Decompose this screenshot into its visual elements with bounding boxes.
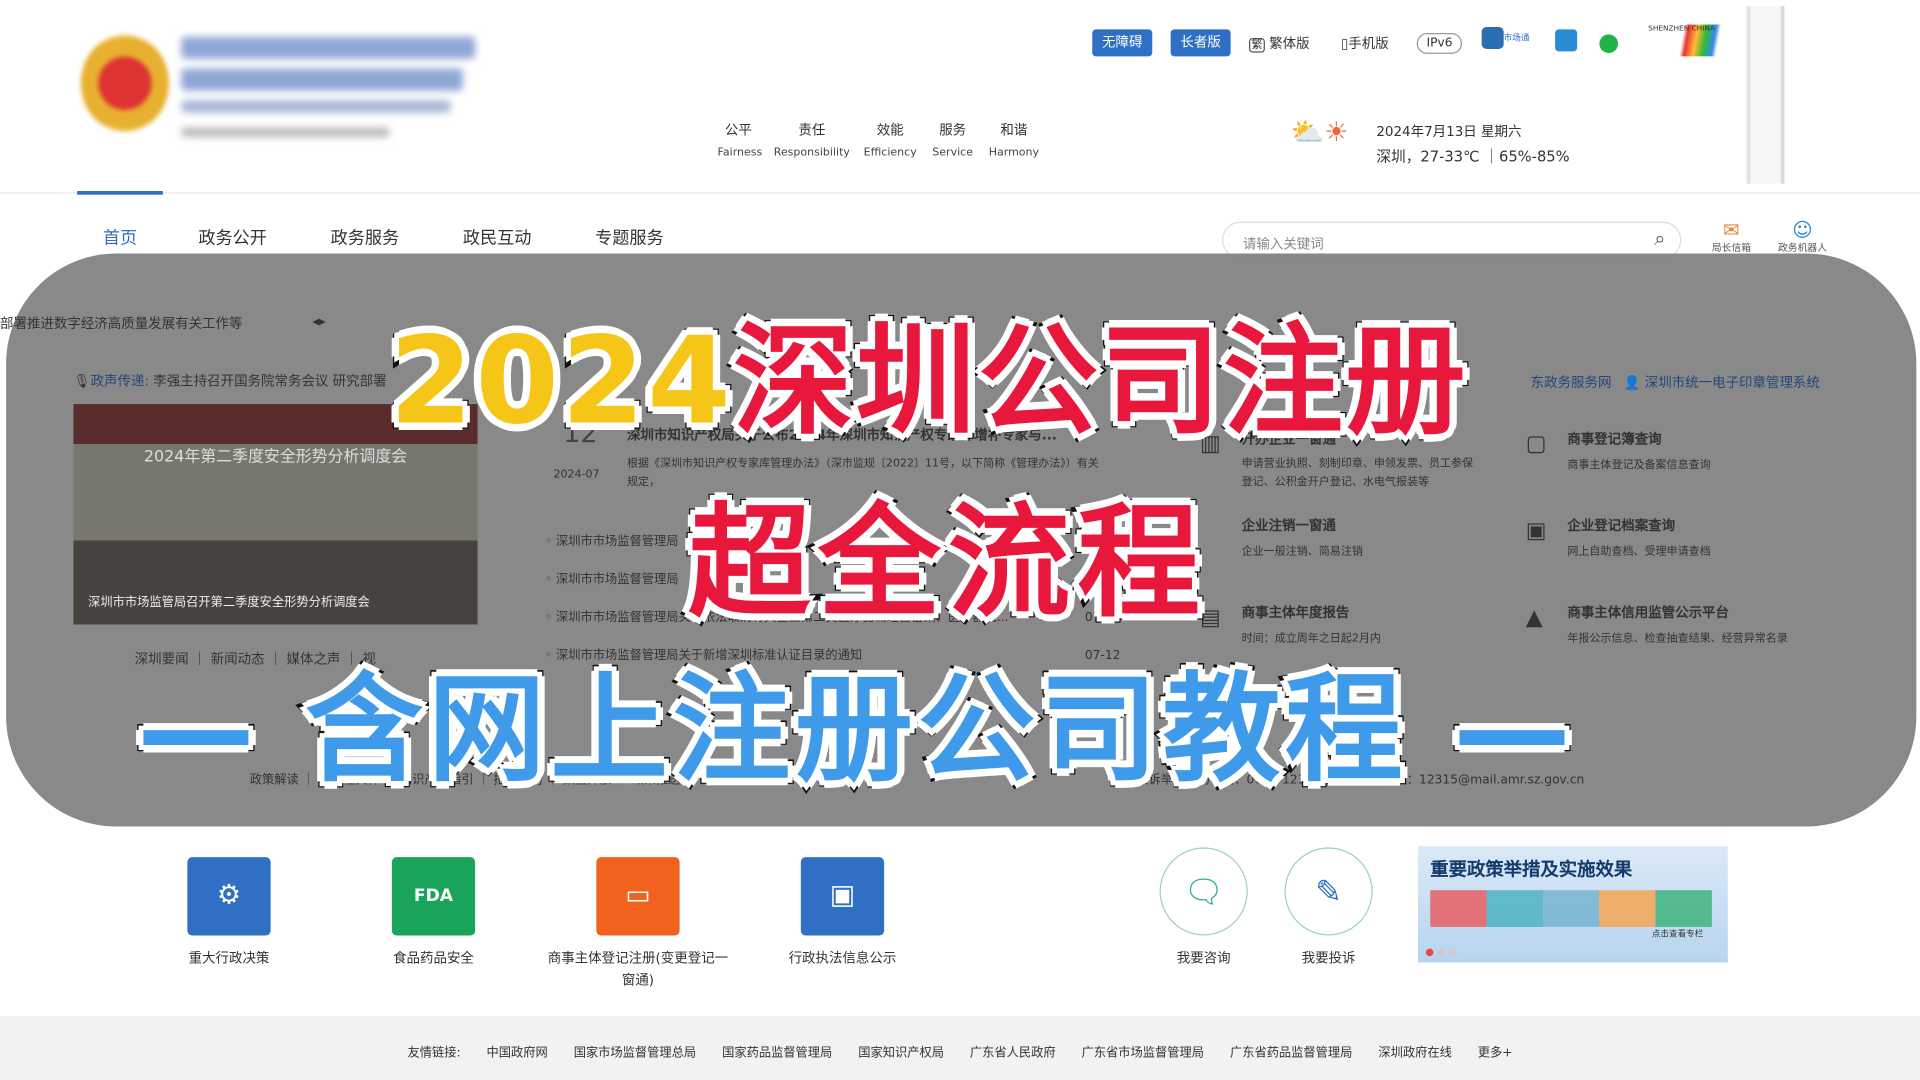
footer-link[interactable]: 国家知识产权局 — [858, 1047, 944, 1060]
shichangtong-icon — [1481, 26, 1504, 49]
user-icon: 👤 — [1623, 374, 1641, 391]
fda-icon[interactable]: FDA — [391, 857, 476, 936]
screen-icon[interactable]: ▭ — [596, 857, 680, 936]
complaint-link[interactable]: 我要投诉 — [1237, 948, 1421, 970]
complaint-icon[interactable]: ✎ — [1284, 847, 1373, 936]
nav-gov-open[interactable]: 政务公开 — [198, 225, 267, 249]
nav-active-indicator — [77, 191, 163, 195]
nav-topics[interactable]: 专题服务 — [595, 225, 664, 249]
traditional-chinese-link[interactable]: 繁 繁体版 — [1248, 33, 1310, 53]
footer-links-left[interactable]: 政策解读 ｜ 规范性文件 ｜ 知识产权指引 ｜ 招标采购 ｜ 数据开放 ｜ 政策… — [250, 769, 750, 787]
mobile-link[interactable]: ▯手机版 — [1341, 33, 1389, 53]
shenzhen-logo: SHENZHEN CHINA — [1648, 24, 1734, 57]
news-day: 12 — [563, 418, 598, 450]
news-month: 2024-07 — [553, 468, 600, 482]
service-item[interactable]: ▤ 商事主体年度报告 时间：成立周年之日起2月内 — [1200, 602, 1482, 645]
footer-link[interactable]: 中国政府网 — [487, 1047, 548, 1060]
footer-link[interactable]: 广东省人民政府 — [970, 1047, 1056, 1060]
footer-link[interactable]: 国家药品监督管理局 — [722, 1047, 832, 1060]
wechat-icon[interactable]: ● — [1598, 27, 1619, 56]
footer-link[interactable]: 国家市场监督管理总局 — [574, 1047, 696, 1060]
service-item[interactable]: ▣ 企业登记档案查询 网上自助查档、受理申请查档 — [1525, 516, 1844, 558]
news-photo[interactable]: 2024年第二季度安全形势分析调度会 深圳市市场监管局召开第二季度安全形势分析调… — [73, 404, 478, 625]
ipv6-badge[interactable]: IPv6 — [1416, 33, 1463, 54]
quick-link-major-decisions[interactable]: 重大行政决策 — [137, 948, 321, 970]
accessibility-button[interactable]: 无障碍 — [1092, 29, 1153, 57]
mic-icon: 🎙 — [73, 373, 91, 390]
hotline-info: 投诉举报咨询电话：0755-12315 投诉举报邮箱：12315@mail.am… — [1136, 773, 1585, 788]
list-item[interactable]: ◦ 深圳市市场监督管理局关于新增深圳标准认证目录的通知 07-12 — [545, 637, 1121, 675]
service-item[interactable]: 企业注销一窗通 企业一般注销、简易注销 — [1200, 516, 1482, 558]
consult-icon[interactable]: 🗨 — [1159, 847, 1248, 936]
carousel-dots[interactable]: ● ● ● — [1425, 947, 1457, 958]
building-icon: ▥ — [1200, 431, 1221, 457]
app-icon[interactable] — [1555, 29, 1578, 52]
director-mailbox-link[interactable]: ✉ 局长信箱 — [1712, 218, 1751, 255]
service-item[interactable]: ▲ 商事主体信用监管公示平台 年报公示信息、检查抽查结果、经营异常名录 — [1526, 602, 1857, 645]
building-illustration — [1726, 6, 1825, 184]
service-link[interactable]: 东政务服务网 — [1531, 372, 1612, 392]
footer-link[interactable]: 广东省药品监督管理局 — [1230, 1047, 1352, 1060]
nav-home[interactable]: 首页 — [103, 225, 137, 249]
site-logo-blurred[interactable] — [181, 36, 481, 159]
service-item[interactable]: ▢ 商事登记簿查询 商事主体登记及备案信息查询 — [1525, 429, 1844, 471]
phone-icon: ▯ — [1340, 35, 1349, 52]
search-doc-icon: ▢ — [1525, 431, 1547, 457]
ticker-arrows[interactable]: ◂▸ — [312, 313, 326, 329]
credit-icon: ▲ — [1525, 604, 1543, 631]
friendly-links-footer: 友情链接: 中国政府网 国家市场监督管理总局 国家药品监督管理局 国家知识产权局… — [0, 1016, 1920, 1080]
news-title[interactable]: 深圳市知识产权局关于公布2024年深圳市知识产权专家库增补专家与... — [627, 425, 1057, 445]
news-ticker[interactable]: 部署推进数字经济高质量发展有关工作等 — [0, 313, 242, 333]
archive-icon: ▣ — [1525, 517, 1547, 544]
robot-icon: ☺ — [1792, 217, 1813, 242]
quick-link-enforcement[interactable]: 行政执法信息公示 — [751, 948, 935, 970]
quick-link-food-drug[interactable]: 食品药品安全 — [342, 948, 526, 970]
voice-bar[interactable]: 🎙政声传递: 李强主持召开国务院常务会议 研究部署 — [73, 371, 386, 391]
document-icon: ▤ — [1200, 604, 1221, 631]
elder-mode-button[interactable]: 长者版 — [1170, 29, 1231, 57]
page: 无障碍 长者版 繁 繁体版 ▯手机版 IPv6 市场通 ● SHENZHEN C… — [0, 0, 1920, 1080]
news-tabs[interactable]: 深圳要闻 ｜ 新闻动态 ｜ 媒体之声 ｜ 视 — [135, 649, 376, 669]
nav-interaction[interactable]: 政民互动 — [463, 225, 532, 249]
traditional-icon: 繁 — [1248, 37, 1265, 53]
footer-link[interactable]: 深圳政府在线 — [1378, 1047, 1451, 1060]
quick-link-registration[interactable]: 商事主体登记注册(变更登记一窗通) — [546, 948, 730, 992]
footer-link[interactable]: 广东省市场监督管理局 — [1082, 1047, 1204, 1060]
emblem-logo — [80, 34, 169, 133]
weather-info: 2024年7月13日 星期六 深圳，27-33℃ ｜65%-85% — [1376, 123, 1570, 166]
gov-robot-link[interactable]: ☺ 政务机器人 — [1778, 218, 1827, 255]
list-item[interactable]: ◦ 深圳市市场监督管理局 — [545, 523, 1121, 561]
service-item[interactable]: ▥ 开办企业一窗通 申请营业执照、刻制印章、申领发票、员工参保登记、公积金开户登记、… — [1200, 429, 1482, 493]
people-icon[interactable]: ⚙ — [187, 857, 271, 936]
shichangtong-link[interactable]: 市场通 — [1481, 26, 1529, 49]
banner-illustration — [1430, 890, 1712, 927]
news-list: ◦ 深圳市市场监督管理局 ◦ 深圳市市场监督管理局 ◦ 深圳市市场监督管理局关于… — [545, 523, 1121, 675]
divider — [0, 192, 1920, 194]
search-icon[interactable]: ⌕ — [1654, 227, 1665, 251]
e-seal-link[interactable]: 👤 深圳市统一电子印章管理系统 — [1624, 372, 1820, 392]
list-item[interactable]: ◦ 深圳市市场监督管理局 — [545, 561, 1121, 599]
news-summary: 根据《深圳市知识产权专家库管理办法》（深市监规〔2022〕11号，以下简称《管理… — [626, 457, 1099, 489]
list-item[interactable]: ◦ 深圳市市场监督管理局关于依法取消有关企业第二类医疗器械经营备案、医疗器械..… — [545, 599, 1121, 637]
footer-more-link[interactable]: 更多+ — [1478, 1047, 1513, 1060]
weather-icon: ⛅☀ — [1290, 117, 1349, 149]
policy-banner[interactable]: 重要政策举措及实施效果 点击查看专栏 ● ● ● — [1417, 846, 1728, 963]
id-card-icon[interactable]: ▣ — [800, 857, 885, 936]
mail-icon: ✉ — [1723, 217, 1740, 242]
nav-gov-service[interactable]: 政务服务 — [331, 225, 400, 249]
